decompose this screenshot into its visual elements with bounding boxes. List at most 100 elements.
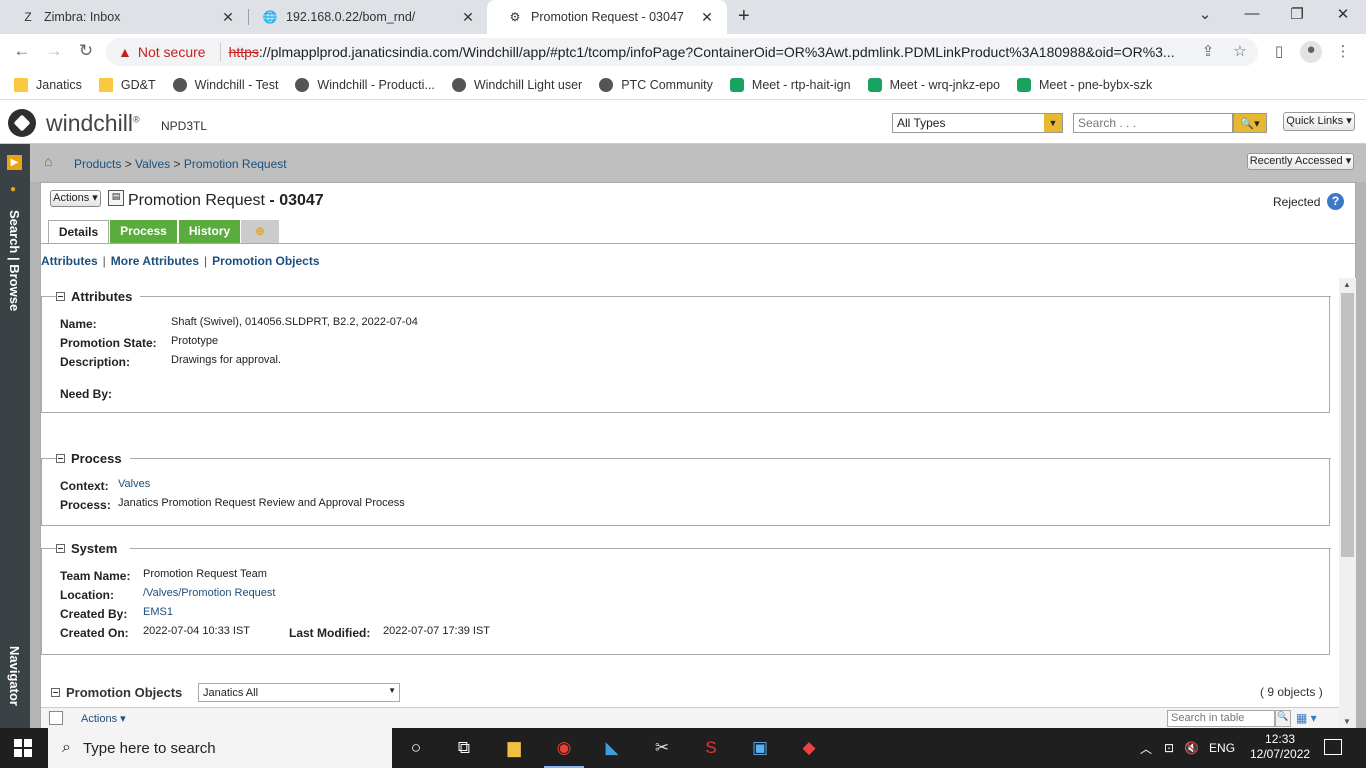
- location-link[interactable]: /Valves/Promotion Request: [143, 587, 275, 599]
- side-panel-icon[interactable]: ▯: [1268, 42, 1290, 60]
- chevron-up-icon[interactable]: ︿: [1140, 740, 1152, 757]
- bookmark-janatics[interactable]: Janatics: [14, 77, 82, 92]
- tab-details[interactable]: Details: [48, 220, 109, 243]
- global-search-input[interactable]: Search . . .: [1073, 113, 1233, 133]
- share-icon[interactable]: ⇪: [1197, 42, 1219, 60]
- forward-icon[interactable]: →: [42, 41, 66, 61]
- bookmark-star-icon[interactable]: ☆: [1229, 42, 1251, 60]
- copy-icon[interactable]: [49, 711, 63, 725]
- notifications-icon[interactable]: [1324, 739, 1342, 755]
- table-toolbar: Actions ▾ Search in table 🔍 ▦ ▾: [41, 707, 1339, 728]
- browser-tab-zimbra[interactable]: Z Zimbra: Inbox ✕: [0, 0, 248, 34]
- address-bar[interactable]: ▲ Not secure https ://plmapplprod.janati…: [106, 38, 1258, 66]
- minimize-button[interactable]: —: [1237, 5, 1267, 22]
- breadcrumb-valves[interactable]: Valves: [135, 157, 170, 171]
- browser-tab-bom[interactable]: 🌐 192.168.0.22/bom_rnd/ ✕: [242, 0, 488, 34]
- tab-process[interactable]: Process: [110, 220, 177, 243]
- language-indicator[interactable]: ENG: [1209, 741, 1235, 755]
- browser-toolbar: ← → ↻ ▲ Not secure https ://plmapplprod.…: [0, 34, 1366, 70]
- search-icon: ●: [10, 184, 17, 195]
- close-tab-icon[interactable]: ✕: [460, 9, 476, 26]
- table-search-input[interactable]: Search in table: [1167, 710, 1275, 727]
- close-tab-icon[interactable]: ✕: [220, 9, 236, 26]
- anydesk-icon[interactable]: ◆: [797, 736, 821, 760]
- table-actions-menu[interactable]: Actions ▾: [81, 712, 126, 725]
- new-tab-button[interactable]: +: [738, 5, 750, 28]
- bookmark-windchill-test[interactable]: Windchill - Test: [172, 77, 278, 92]
- recently-accessed-button[interactable]: Recently Accessed ▾: [1247, 153, 1354, 170]
- link-more-attributes[interactable]: More Attributes: [111, 254, 199, 268]
- search-browse-tab[interactable]: Search | Browse: [7, 210, 22, 311]
- volume-muted-icon[interactable]: 🔇: [1184, 741, 1199, 755]
- system-header[interactable]: System: [56, 541, 126, 556]
- breadcrumb-products[interactable]: Products: [74, 157, 121, 171]
- solidworks-icon[interactable]: S: [699, 736, 723, 760]
- chevron-down-icon[interactable]: ▼: [1044, 114, 1062, 132]
- collapse-icon[interactable]: [56, 292, 65, 301]
- close-window-button[interactable]: ✕: [1328, 5, 1358, 23]
- collapse-icon[interactable]: [56, 454, 65, 463]
- bookmark-meet-3[interactable]: Meet - pne-bybx-szk: [1017, 77, 1152, 92]
- clock-time: 12:33: [1265, 732, 1296, 746]
- home-icon[interactable]: ⌂: [44, 153, 52, 169]
- tab-search-icon[interactable]: ⌄: [1190, 5, 1220, 23]
- breadcrumb-promotion-request[interactable]: Promotion Request: [184, 157, 287, 171]
- windchill-logo[interactable]: windchill®: [8, 109, 140, 137]
- windows-start-button[interactable]: [14, 739, 32, 757]
- table-view-select[interactable]: Janatics All ▼: [198, 683, 400, 702]
- attributes-header[interactable]: Attributes: [56, 289, 141, 304]
- bookmark-ptc-community[interactable]: PTC Community: [599, 77, 713, 92]
- collapse-icon[interactable]: [56, 544, 65, 553]
- expand-navigator-icon[interactable]: ▶: [7, 155, 22, 170]
- collapse-icon[interactable]: [51, 688, 60, 697]
- link-attributes[interactable]: Attributes: [41, 254, 98, 268]
- close-tab-icon[interactable]: ✕: [699, 9, 715, 26]
- clock[interactable]: 12:33 12/07/2022: [1250, 732, 1310, 762]
- bookmark-windchill-production[interactable]: Windchill - Producti...: [295, 77, 435, 92]
- process-header[interactable]: Process: [56, 451, 130, 466]
- url-text: ://plmapplprod.janaticsindia.com/Windchi…: [258, 44, 1175, 60]
- add-tab-icon[interactable]: ⊕: [241, 220, 279, 243]
- bookmark-windchill-light[interactable]: Windchill Light user: [451, 77, 583, 92]
- scroll-down-icon[interactable]: ▼: [1343, 717, 1351, 726]
- tab-history[interactable]: History: [179, 220, 240, 243]
- snipping-tool-icon[interactable]: ✂: [650, 736, 674, 760]
- bookmark-meet-2[interactable]: Meet - wrq-jnkz-epo: [867, 77, 1000, 92]
- creo-icon[interactable]: ◣: [600, 736, 624, 760]
- windchill-icon: [172, 77, 187, 92]
- bookmark-meet-1[interactable]: Meet - rtp-hait-ign: [729, 77, 851, 92]
- chrome-icon[interactable]: ◉: [544, 736, 584, 768]
- maximize-button[interactable]: ❐: [1282, 5, 1312, 23]
- task-view-icon[interactable]: ⧉: [452, 736, 476, 760]
- menu-dots-icon[interactable]: ⋮: [1332, 42, 1354, 60]
- search-icon[interactable]: 🔍: [1275, 710, 1291, 727]
- navigator-tab[interactable]: Navigator: [7, 646, 22, 706]
- network-icon[interactable]: ⊡: [1164, 741, 1174, 755]
- scroll-up-icon[interactable]: ▲: [1343, 280, 1351, 289]
- app-icon[interactable]: ▣: [748, 736, 772, 760]
- promotion-objects-header[interactable]: Promotion Objects: [51, 685, 182, 700]
- type-filter-select[interactable]: All Types ▼: [892, 113, 1063, 133]
- help-icon[interactable]: ?: [1327, 193, 1344, 210]
- vertical-scrollbar[interactable]: ▲ ▼: [1339, 278, 1356, 728]
- profile-avatar-icon[interactable]: ●: [1300, 41, 1322, 63]
- quick-links-button[interactable]: Quick Links ▾: [1283, 112, 1355, 131]
- file-explorer-icon[interactable]: ▆: [502, 736, 526, 760]
- bookmark-gdt[interactable]: GD&T: [98, 77, 156, 92]
- actions-menu-button[interactable]: Actions ▾: [50, 190, 101, 207]
- reload-icon[interactable]: ↻: [74, 41, 98, 61]
- bookmark-label: Windchill Light user: [473, 77, 583, 92]
- browser-tab-promotion-request[interactable]: ⚙ Promotion Request - 03047 ✕: [487, 0, 727, 34]
- created-by-link[interactable]: EMS1: [143, 606, 173, 618]
- scrollbar-thumb[interactable]: [1341, 293, 1354, 557]
- cortana-icon[interactable]: ○: [404, 736, 428, 760]
- security-label[interactable]: Not secure: [138, 44, 206, 60]
- back-icon[interactable]: ←: [10, 41, 34, 61]
- context-link[interactable]: Valves: [118, 478, 150, 490]
- table-view-icon[interactable]: ▦ ▾: [1296, 711, 1317, 725]
- last-modified-label: Last Modified:: [289, 626, 371, 640]
- taskbar-search-placeholder: Type here to search: [82, 739, 216, 757]
- search-button[interactable]: 🔍▾: [1233, 113, 1267, 133]
- link-promotion-objects[interactable]: Promotion Objects: [212, 254, 319, 268]
- taskbar-search-input[interactable]: ⌕ Type here to search: [48, 728, 392, 768]
